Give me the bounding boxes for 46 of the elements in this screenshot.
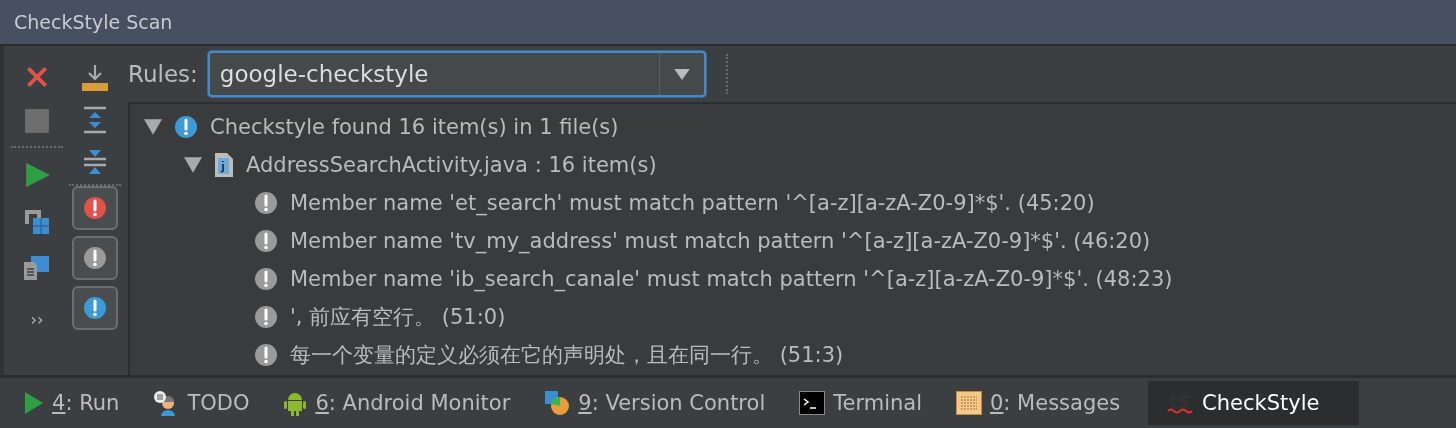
tree-item[interactable]: ', 前应有空行。 (51:0) (290, 303, 506, 331)
tree-item[interactable]: Member name 'tv_my_address' must match pattern '^[a-z][a-zA-Z0-9]*$'. (46:20) (290, 229, 1151, 253)
severity-filter-button[interactable] (72, 186, 118, 230)
tool-window-tab[interactable]: TODO (147, 381, 268, 425)
tree-item[interactable]: AddressSearchActivity.java : 16 item(s) (246, 153, 657, 177)
warning-icon (254, 229, 278, 253)
tree-item[interactable]: 每一个变量的定义必须在它的声明处，且在同一行。 (51:3) (290, 341, 844, 369)
rules-dropdown[interactable]: google-checkstyle (207, 51, 706, 97)
close-icon[interactable] (24, 64, 50, 90)
caret-icon (673, 68, 690, 80)
messages-icon (956, 391, 982, 415)
shapes-icon (544, 390, 571, 416)
error-icon (83, 196, 107, 220)
window-title: CheckStyle Scan (14, 11, 173, 33)
tree-item[interactable]: Checkstyle found 16 item(s) in 1 file(s) (210, 115, 619, 139)
info-icon (174, 115, 198, 139)
tool-window-tab[interactable]: 4: Run (18, 381, 138, 425)
tree-item[interactable]: Member name 'et_search' must match pattern '^[a-z][a-zA-Z0-9]*$'. (45:20) (290, 191, 1095, 215)
play-icon[interactable] (24, 160, 50, 190)
collapse-all-icon[interactable] (83, 148, 107, 176)
severity-filter-button[interactable] (72, 286, 118, 330)
warning-icon (254, 305, 278, 329)
more-button[interactable]: ›› (30, 310, 44, 329)
terminal-icon (799, 391, 826, 415)
modules-icon[interactable] (23, 208, 51, 236)
java-file-icon (214, 152, 234, 178)
rules-label: Rules: (128, 61, 198, 87)
import-icon[interactable] (81, 64, 109, 92)
info-icon (83, 296, 107, 320)
tool-window-tab[interactable]: CheckStyle (1148, 381, 1360, 425)
warning-icon (254, 343, 278, 367)
warning-icon (254, 267, 278, 291)
tool-window-tab[interactable]: 0: Messages (950, 381, 1139, 425)
warning-icon (254, 191, 278, 215)
android-robot-icon (283, 390, 308, 416)
files-icon[interactable] (23, 254, 51, 282)
warning-icon (83, 246, 107, 270)
expand-all-icon[interactable] (83, 106, 107, 134)
tool-window-tab[interactable]: 9: Version Control (538, 381, 784, 425)
tree-item[interactable]: Member name 'ib_search_canale' must match pattern '^[a-z][a-zA-Z0-9]*$'. (48:23) (290, 267, 1173, 291)
play-icon (24, 391, 44, 415)
severity-filter-button[interactable] (72, 236, 118, 280)
expand-triangle-icon[interactable] (184, 157, 202, 173)
expand-triangle-icon[interactable] (144, 119, 162, 135)
tool-window-tab[interactable]: Terminal (793, 381, 940, 425)
tool-window-tab[interactable]: 6: Android Monitor (277, 381, 529, 425)
